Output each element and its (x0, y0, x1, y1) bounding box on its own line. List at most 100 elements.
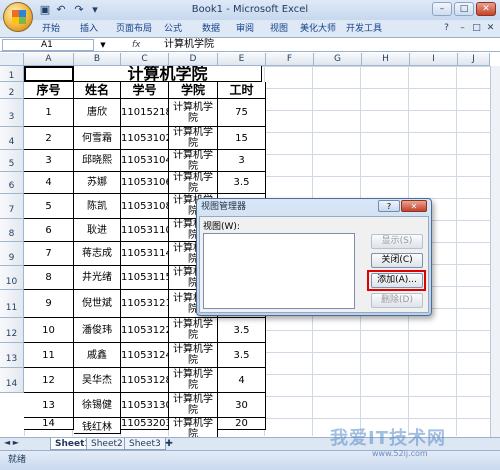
help-icon[interactable]: ? (378, 200, 400, 212)
close-button[interactable]: 关闭(C) (371, 253, 423, 268)
header-name[interactable]: 姓名 (74, 82, 121, 99)
column-header-e[interactable]: E (218, 53, 266, 66)
cell-id[interactable]: 11053121 (121, 290, 169, 318)
row-header-9[interactable]: 9 (0, 242, 24, 266)
sheet-tab-2[interactable]: Sheet2 (86, 438, 128, 450)
cell-hours[interactable]: 4 (218, 368, 266, 393)
office-button[interactable] (3, 2, 33, 32)
undo-icon[interactable]: ↶ (54, 3, 68, 17)
cell-name[interactable]: 蒋志成 (74, 242, 121, 266)
minimize-button[interactable]: – (432, 2, 452, 16)
cell-hours[interactable]: 3.5 (218, 343, 266, 368)
tab-developer[interactable]: 开发工具 (344, 22, 384, 36)
cell-no[interactable]: 2 (24, 127, 74, 150)
cell-name[interactable]: 苏娜 (74, 172, 121, 194)
cell-id[interactable]: 11053102 (121, 127, 169, 150)
vertical-scrollbar[interactable] (490, 66, 500, 438)
save-icon[interactable]: ▣ (38, 3, 52, 17)
cell-college[interactable]: 计算机学院 (169, 368, 218, 393)
cell-no[interactable]: 7 (24, 242, 74, 266)
row-header-1[interactable]: 1 (0, 66, 24, 82)
cell-no[interactable]: 13 (24, 393, 74, 418)
row-header-7[interactable]: 7 (0, 194, 24, 219)
cell-id[interactable]: 11053115 (121, 266, 169, 290)
cell-id[interactable]: 11053106 (121, 172, 169, 194)
cell-name[interactable]: 徐锡健 (74, 393, 121, 418)
formula-input[interactable]: 计算机学院 (160, 39, 480, 51)
dialog-close-button[interactable]: ✕ (401, 200, 427, 212)
cell-id[interactable]: 11053130 (121, 393, 169, 418)
row-header-13[interactable]: 13 (0, 343, 24, 368)
cell-hours[interactable]: 3.5 (218, 318, 266, 343)
cell-no[interactable]: 5 (24, 194, 74, 219)
cell-hours[interactable]: 30 (218, 393, 266, 418)
cell-no[interactable]: 8 (24, 266, 74, 290)
maximize-button[interactable]: □ (454, 2, 474, 16)
cell-name[interactable]: 钱红林 (74, 418, 121, 434)
row-header-12[interactable]: 12 (0, 318, 24, 343)
redo-icon[interactable]: ↷ (72, 3, 86, 17)
cell-name[interactable]: 潘俊玮 (74, 318, 121, 343)
column-header-b[interactable]: B (74, 53, 121, 66)
tab-insert[interactable]: 插入 (76, 22, 102, 36)
cell-college[interactable]: 计算机学院 (169, 343, 218, 368)
column-header-c[interactable]: C (121, 53, 169, 66)
sheet-tab-3[interactable]: Sheet3 (124, 438, 166, 450)
cell-id[interactable]: 11053122 (121, 318, 169, 343)
cell-id[interactable]: 11053110 (121, 219, 169, 242)
column-header-i[interactable]: I (410, 53, 458, 66)
cell-name[interactable]: 耿进 (74, 219, 121, 242)
tab-beautify[interactable]: 美化大师 (298, 22, 338, 36)
chevron-down-icon[interactable]: ▼ (98, 39, 108, 51)
sheet-nav-icon[interactable]: ◄ ► (4, 438, 19, 447)
cell-id[interactable]: 11053108 (121, 194, 169, 219)
cell-hours[interactable]: 20 (218, 418, 266, 430)
insert-sheet-icon[interactable]: ✚ (162, 438, 176, 450)
cell-name[interactable]: 戚鑫 (74, 343, 121, 368)
column-header-f[interactable]: F (266, 53, 314, 66)
ribbon-restore-icon[interactable]: □ (470, 22, 483, 35)
cell-no[interactable]: 6 (24, 219, 74, 242)
cell-hours[interactable]: 75 (218, 99, 266, 127)
cell-college[interactable]: 计算机学院 (169, 99, 218, 127)
cell-name[interactable]: 吴华杰 (74, 368, 121, 393)
cell-no[interactable]: 12 (24, 368, 74, 393)
cell-name[interactable]: 邱晓熙 (74, 150, 121, 172)
column-header-a[interactable]: A (24, 53, 74, 66)
cell-hours[interactable]: 15 (218, 127, 266, 150)
cell-no[interactable]: 3 (24, 150, 74, 172)
row-header-14[interactable]: 14 (0, 368, 24, 393)
tab-review[interactable]: 审阅 (232, 22, 258, 36)
header-hours[interactable]: 工时 (218, 82, 266, 99)
cell-college[interactable]: 计算机学院 (169, 172, 218, 194)
select-all-corner[interactable] (0, 53, 24, 66)
cell-no[interactable]: 10 (24, 318, 74, 343)
cell-college[interactable]: 计算机学院 (169, 318, 218, 343)
cell-no[interactable]: 11 (24, 343, 74, 368)
cell-no[interactable]: 4 (24, 172, 74, 194)
close-window-button[interactable]: ✕ (476, 2, 496, 16)
cell-name[interactable]: 陈凯 (74, 194, 121, 219)
column-header-d[interactable]: D (169, 53, 218, 66)
row-header-10[interactable]: 10 (0, 266, 24, 290)
cell-id[interactable]: 11053128 (121, 368, 169, 393)
cell-name[interactable]: 唐欣 (74, 99, 121, 127)
sheet-title[interactable]: 计算机学院 (74, 66, 262, 82)
cell-id[interactable]: 11053124 (121, 343, 169, 368)
cell-id[interactable]: 11053104 (121, 150, 169, 172)
cell-no[interactable]: 14 (24, 418, 74, 430)
row-header-8[interactable]: 8 (0, 219, 24, 242)
header-id[interactable]: 学号 (121, 82, 169, 99)
cell-college[interactable]: 计算机学院 (169, 150, 218, 172)
column-header-g[interactable]: G (314, 53, 362, 66)
cell-hours[interactable]: 3.5 (218, 172, 266, 194)
header-college[interactable]: 学院 (169, 82, 218, 99)
insert-function-icon[interactable]: fx (132, 38, 160, 52)
cell-name[interactable]: 倪世斌 (74, 290, 121, 318)
row-header-4[interactable]: 4 (0, 127, 24, 150)
ribbon-minimize-icon[interactable]: – (456, 22, 469, 35)
tab-data[interactable]: 数据 (198, 22, 224, 36)
cell-no[interactable]: 9 (24, 290, 74, 318)
workbook-close-icon[interactable]: ✕ (484, 22, 497, 35)
tab-formulas[interactable]: 公式 (160, 22, 186, 36)
